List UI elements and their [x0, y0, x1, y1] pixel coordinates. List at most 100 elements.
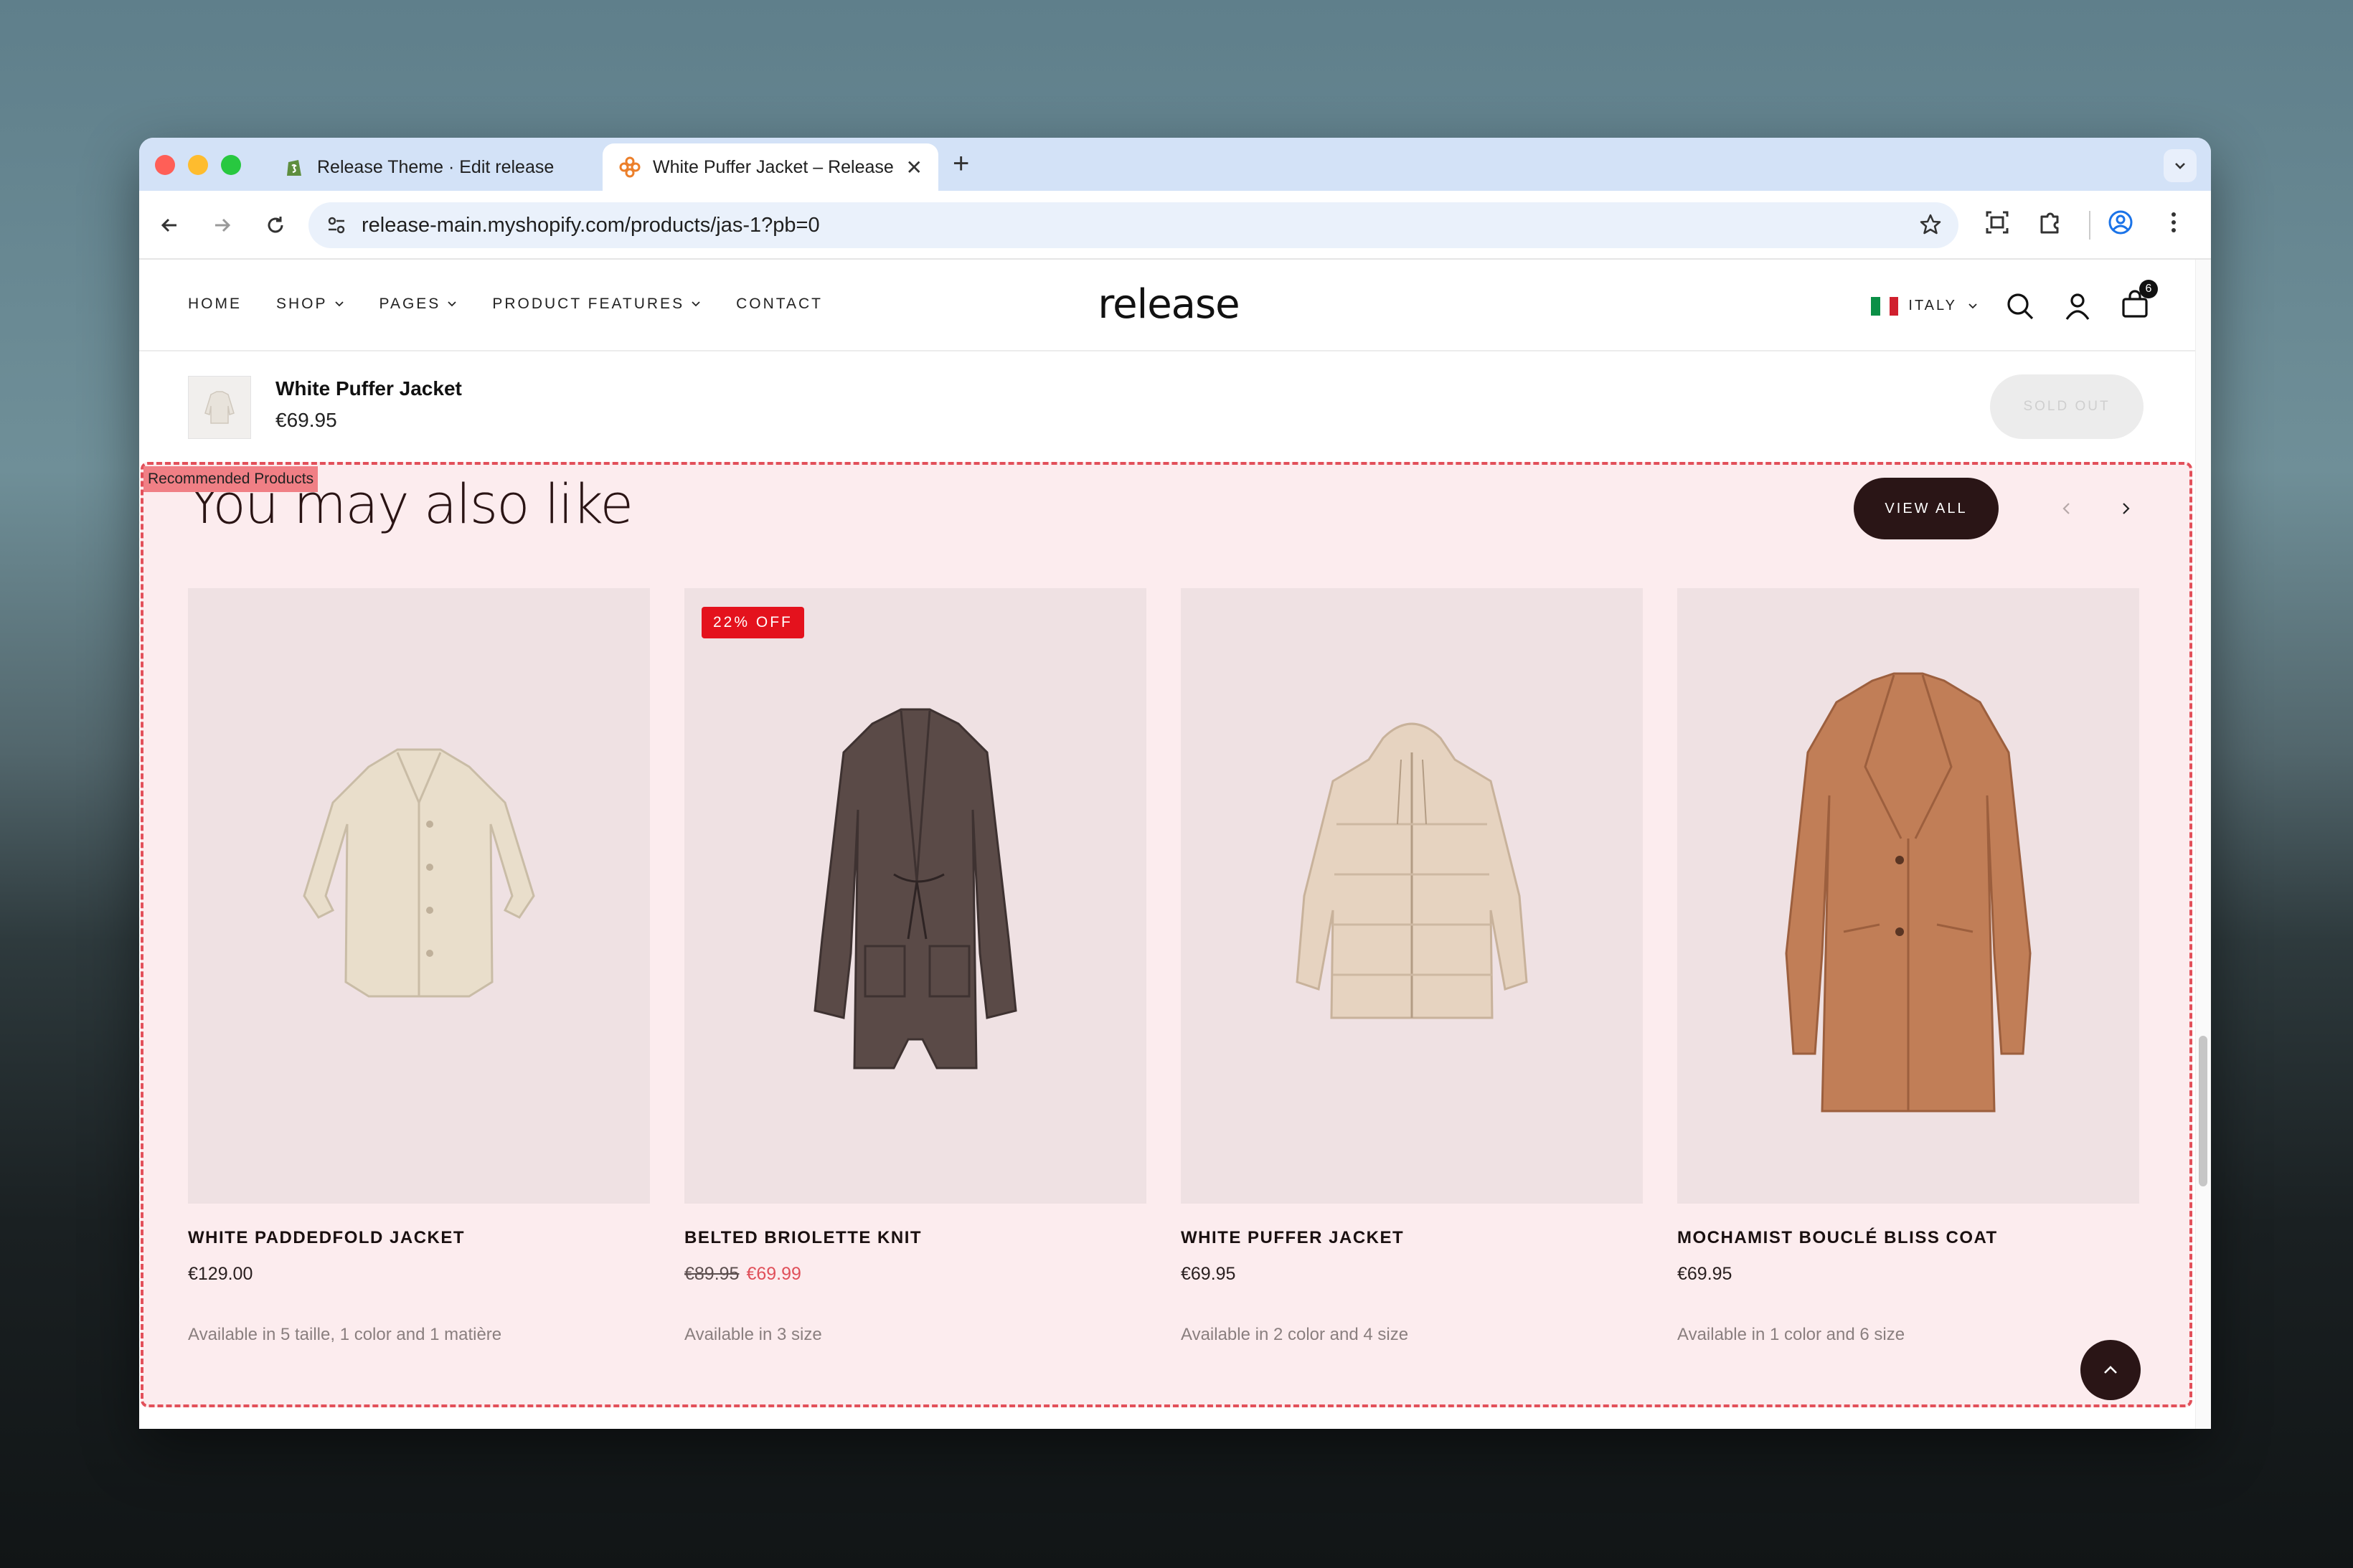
product-price: €69.95 — [1181, 1264, 1236, 1284]
recommended-products-section: Recommended Products You may also like V… — [141, 462, 2192, 1407]
product-price: €69.95 — [1677, 1264, 1732, 1284]
back-arrow-icon — [161, 218, 176, 232]
account-icon[interactable] — [2062, 291, 2093, 322]
chevron-down-icon — [692, 301, 700, 307]
product-availability: Available in 5 taille, 1 color and 1 mat… — [188, 1325, 502, 1344]
product-price-row: €69.95 — [1181, 1264, 1643, 1285]
sale-price: €69.99 — [746, 1264, 801, 1284]
profile-button[interactable] — [2106, 208, 2135, 240]
product-name[interactable]: WHITE PUFFER JACKET — [1181, 1228, 1643, 1248]
address-bar[interactable]: release-main.myshopify.com/products/jas-… — [308, 202, 1958, 248]
sold-out-button[interactable]: SOLD OUT — [1990, 374, 2144, 439]
product-name[interactable]: WHITE PADDEDFOLD JACKET — [188, 1228, 650, 1248]
header-actions: ITALY 6 — [1871, 280, 2158, 323]
sticky-product-title: White Puffer Jacket — [275, 377, 462, 400]
site-logo[interactable]: release — [1090, 281, 1248, 328]
product-carousel: WHITE PADDEDFOLD JACKET €129.00 Availabl… — [188, 588, 2139, 1345]
chevron-down-icon — [334, 301, 344, 307]
puzzle-icon — [2040, 212, 2059, 234]
site-header: HOME SHOP PAGES PRODUCT FEATURES CONTACT… — [139, 260, 2195, 351]
screen-capture-icon — [1986, 211, 2009, 234]
extensions-button[interactable] — [2036, 208, 2065, 240]
product-name[interactable]: MOCHAMIST BOUCLÉ BLISS COAT — [1677, 1228, 2139, 1248]
product-card[interactable]: WHITE PADDEDFOLD JACKET €129.00 Availabl… — [188, 588, 650, 1345]
product-image[interactable] — [188, 588, 650, 1204]
nav-product-features[interactable]: PRODUCT FEATURES — [492, 296, 702, 313]
nav-label: PRODUCT FEATURES — [492, 296, 685, 312]
carousel-prev-button[interactable] — [2049, 491, 2085, 526]
browser-menu-button[interactable] — [2159, 208, 2188, 240]
product-image[interactable]: 22% OFF — [684, 588, 1146, 1204]
nav-shop[interactable]: SHOP — [276, 296, 345, 313]
back-to-top-button[interactable] — [2080, 1340, 2141, 1400]
product-card[interactable]: WHITE PUFFER JACKET €69.95 Available in … — [1181, 588, 1643, 1345]
nav-label: CONTACT — [736, 296, 824, 312]
product-image[interactable] — [1677, 588, 2139, 1204]
reload-button[interactable] — [258, 208, 293, 242]
jacket-image — [303, 748, 535, 998]
product-name[interactable]: BELTED BRIOLETTE KNIT — [684, 1228, 1146, 1248]
carousel-next-button[interactable] — [2108, 491, 2144, 526]
chevron-right-icon — [2123, 503, 2130, 514]
nav-home[interactable]: HOME — [188, 296, 242, 313]
puffer-jacket-image — [1296, 722, 1528, 1019]
nav-contact[interactable]: CONTACT — [736, 296, 823, 313]
coat-image — [1785, 672, 2032, 1113]
nav-pages[interactable]: PAGES — [379, 296, 458, 313]
shopify-icon — [287, 160, 301, 176]
tab-title: White Puffer Jacket – Release — [653, 156, 894, 177]
nav-label: HOME — [188, 296, 242, 312]
product-availability: Available in 1 color and 6 size — [1677, 1325, 1905, 1344]
chevron-up-icon — [2104, 1366, 2117, 1374]
web-page: HOME SHOP PAGES PRODUCT FEATURES CONTACT… — [139, 260, 2195, 1429]
italy-flag-icon — [1871, 296, 1899, 316]
nav-label: SHOP — [276, 296, 328, 312]
nav-label: PAGES — [379, 296, 441, 312]
product-price: €129.00 — [188, 1264, 253, 1284]
cardigan-image — [814, 708, 1017, 1069]
product-price-row: €89.95 €69.99 — [684, 1264, 1146, 1285]
tab-search-button[interactable] — [2164, 149, 2197, 182]
product-card[interactable]: 22% OFF BELTED BRIOLETTE KNIT €89.95 €69… — [684, 588, 1146, 1345]
chevron-down-icon — [448, 301, 456, 307]
chevron-left-icon — [2062, 503, 2070, 514]
sticky-product-bar: White Puffer Jacket €69.95 SOLD OUT — [139, 351, 2195, 459]
product-thumbnail — [188, 376, 251, 439]
cart-button[interactable]: 6 — [2119, 280, 2158, 323]
new-tab-button[interactable]: + — [953, 148, 969, 180]
product-price-row: €129.00 — [188, 1264, 650, 1285]
product-availability: Available in 3 size — [684, 1325, 822, 1344]
release-favicon-icon — [619, 156, 641, 178]
bookmark-star-icon[interactable] — [1918, 212, 1943, 237]
discount-badge: 22% OFF — [702, 607, 804, 638]
url-text: release-main.myshopify.com/products/jas-… — [362, 213, 820, 237]
sticky-product-price: €69.95 — [275, 409, 337, 431]
compare-at-price: €89.95 — [684, 1264, 740, 1284]
site-settings-icon[interactable] — [326, 214, 347, 236]
section-label-tag: Recommended Products — [143, 466, 319, 492]
locale-label: ITALY — [1908, 298, 1957, 313]
maximize-window-button[interactable] — [221, 155, 241, 175]
close-window-button[interactable] — [155, 155, 175, 175]
chevron-down-icon — [2175, 163, 2185, 169]
profile-icon — [2108, 210, 2133, 235]
back-arrow-button[interactable] — [152, 208, 187, 242]
tab-white-puffer-jacket[interactable]: White Puffer Jacket – Release ✕ — [603, 143, 938, 191]
main-nav: HOME SHOP PAGES PRODUCT FEATURES CONTACT — [188, 296, 823, 313]
forward-arrow-button[interactable] — [205, 208, 240, 242]
search-icon[interactable] — [2004, 291, 2036, 322]
product-card[interactable]: MOCHAMIST BOUCLÉ BLISS COAT €69.95 Avail… — [1677, 588, 2139, 1345]
chevron-down-icon — [1968, 303, 1977, 308]
close-tab-icon[interactable]: ✕ — [906, 156, 923, 179]
view-all-button[interactable]: VIEW ALL — [1854, 478, 1999, 539]
tab-strip: Release Theme · Edit release ✕ White Puf… — [139, 138, 2211, 191]
locale-selector[interactable]: ITALY — [1871, 296, 1979, 316]
forward-arrow-icon — [215, 218, 231, 232]
reload-icon — [268, 217, 283, 233]
more-vertical-icon — [2172, 212, 2176, 232]
product-availability: Available in 2 color and 4 size — [1181, 1325, 1409, 1344]
product-price-row: €69.95 — [1677, 1264, 2139, 1285]
screenshot-button[interactable] — [1983, 208, 2012, 240]
minimize-window-button[interactable] — [188, 155, 208, 175]
product-image[interactable] — [1181, 588, 1643, 1204]
